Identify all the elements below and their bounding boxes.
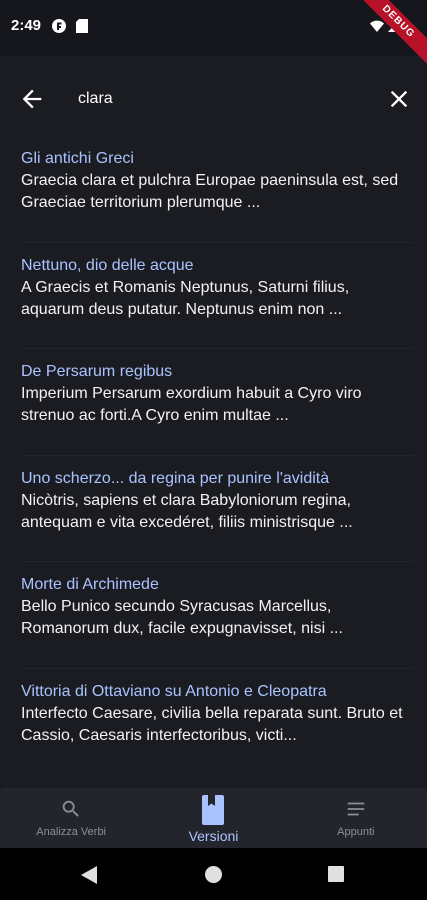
result-title: De Persarum regibus xyxy=(21,363,173,381)
result-item[interactable]: Nettuno, dio delle acque A Graecis et Ro… xyxy=(0,243,427,350)
result-snippet: Nicòtris, sapiens et clara Babyloniorum … xyxy=(21,491,353,531)
wifi-icon xyxy=(370,20,384,32)
system-back-icon[interactable] xyxy=(81,866,97,884)
result-item[interactable]: Uno scherzo... da regina per punire l'av… xyxy=(0,456,427,563)
nav-label: Versioni xyxy=(188,828,239,844)
status-bar: 2:49 DEBUG xyxy=(0,0,427,68)
result-title: Morte di Archimede xyxy=(21,576,159,594)
nav-label: Appunti xyxy=(337,826,375,838)
search-input[interactable] xyxy=(78,86,368,112)
book-icon xyxy=(202,795,225,825)
system-home-icon[interactable] xyxy=(205,866,222,883)
back-arrow-icon[interactable] xyxy=(18,85,46,113)
status-time: 2:49 xyxy=(11,17,42,34)
bottom-navigation: Analizza Verbi Versioni Appunti xyxy=(0,788,427,848)
results-list: Gli antichi Greci Graecia clara et pulch… xyxy=(0,136,427,776)
app-notification-icon xyxy=(52,19,66,33)
result-item[interactable]: Vittoria di Ottaviano su Antonio e Cleop… xyxy=(0,669,427,776)
debug-banner: DEBUG xyxy=(352,0,427,68)
result-item[interactable]: Morte di Archimede Bello Punico secundo … xyxy=(0,562,427,669)
result-snippet: Bello Punico secundo Syracusas Marcellus… xyxy=(21,598,343,638)
search-app-bar xyxy=(0,72,427,126)
close-icon[interactable] xyxy=(385,85,413,113)
result-title: Uno scherzo... da regina per punire l'av… xyxy=(21,469,330,487)
result-item[interactable]: Gli antichi Greci Graecia clara et pulch… xyxy=(0,136,427,243)
sd-card-icon xyxy=(76,19,88,33)
notes-icon xyxy=(347,802,365,816)
nav-item-versioni[interactable]: Versioni xyxy=(142,788,284,848)
result-snippet: A Graecis et Romanis Neptunus, Saturni f… xyxy=(21,278,350,318)
nav-item-analizza-verbi[interactable]: Analizza Verbi xyxy=(0,788,142,848)
system-navigation-bar xyxy=(0,848,427,900)
result-item[interactable]: De Persarum regibus Imperium Persarum ex… xyxy=(0,349,427,456)
result-title: Nettuno, dio delle acque xyxy=(21,256,194,274)
search-icon xyxy=(62,800,79,817)
nav-item-appunti[interactable]: Appunti xyxy=(285,788,427,848)
nav-label: Analizza Verbi xyxy=(36,826,107,838)
result-snippet: Imperium Persarum exordium habuit a Cyro… xyxy=(21,385,362,425)
result-snippet: Graecia clara et pulchra Europae paenins… xyxy=(21,172,399,211)
result-title: Vittoria di Ottaviano su Antonio e Cleop… xyxy=(21,682,327,700)
system-recents-icon[interactable] xyxy=(328,866,344,882)
result-title: Gli antichi Greci xyxy=(21,150,134,167)
result-snippet: Interfecto Caesare, civilia bella repara… xyxy=(21,704,403,744)
